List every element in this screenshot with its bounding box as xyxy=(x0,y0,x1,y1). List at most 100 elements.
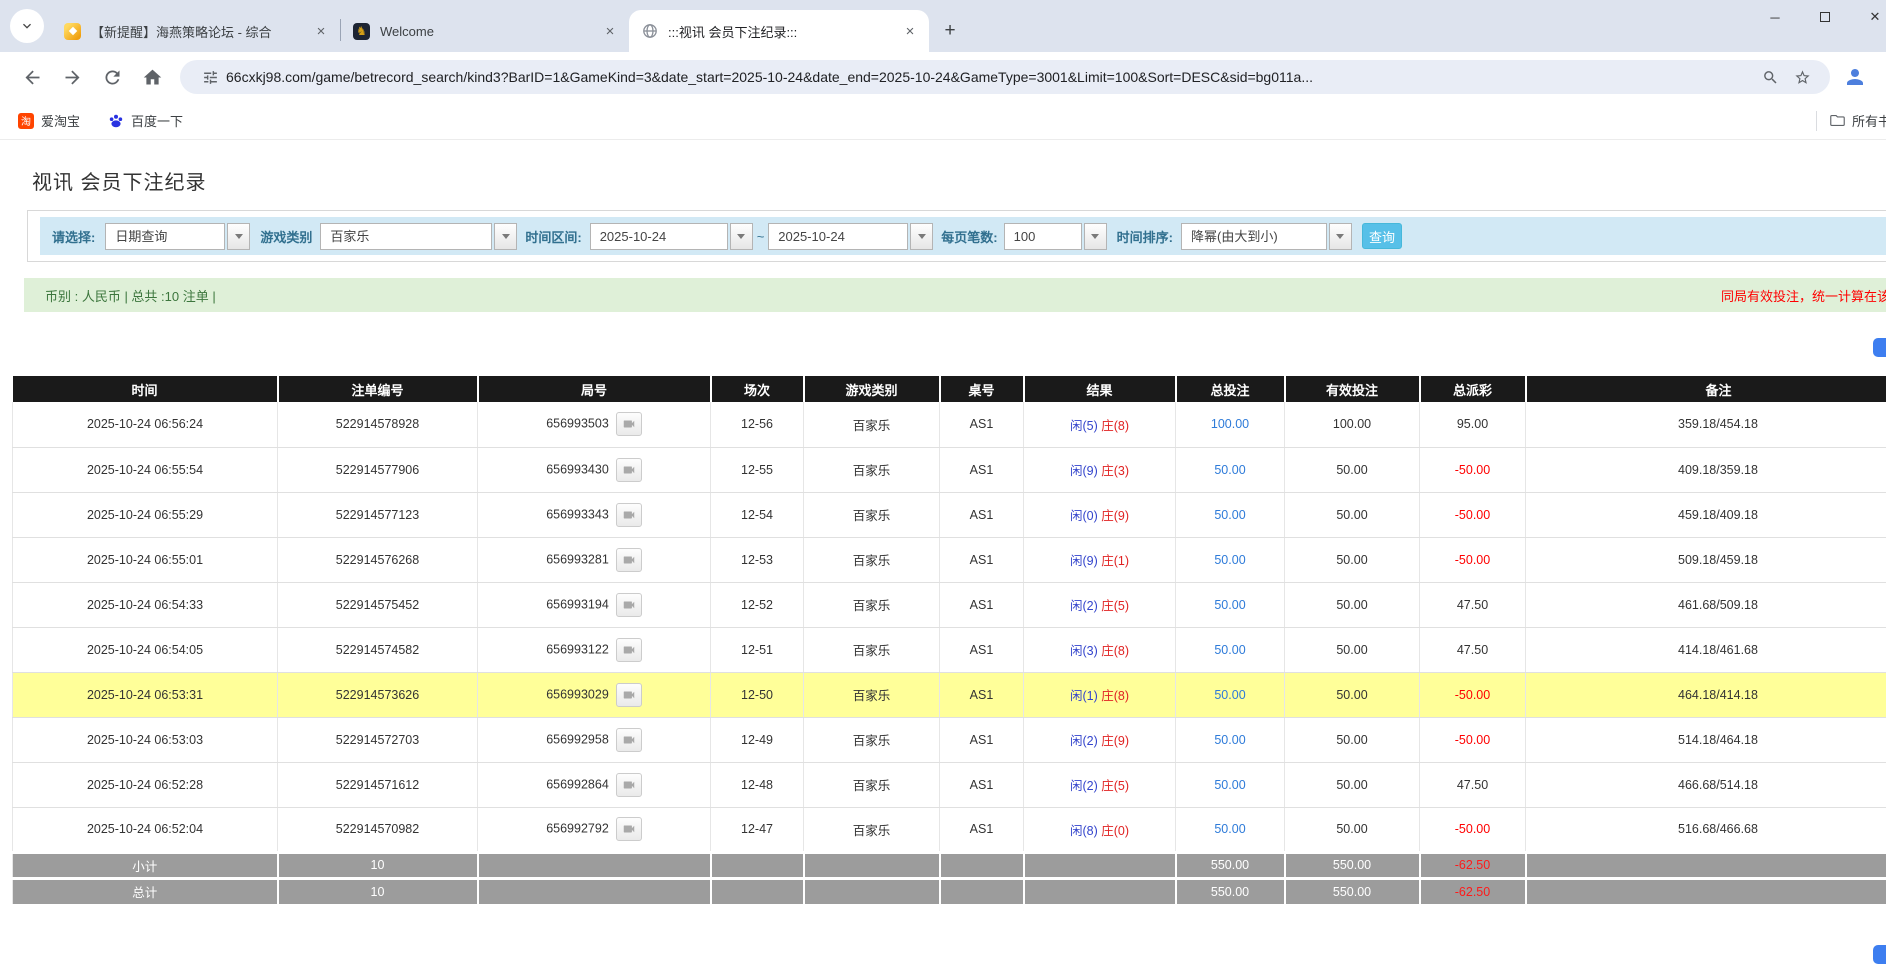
banker-result: 庄(5) xyxy=(1101,599,1129,613)
new-tab-button[interactable]: + xyxy=(937,18,963,44)
cell-table-no: AS1 xyxy=(940,492,1024,537)
cell-bet-id: 522914574582 xyxy=(278,627,478,672)
column-header: 备注 xyxy=(1526,376,1886,402)
cell-note: 461.68/509.18 xyxy=(1526,582,1886,627)
forward-button[interactable] xyxy=(57,62,87,92)
dropdown-arrow-icon[interactable] xyxy=(730,223,753,250)
side-floating-button-top[interactable] xyxy=(1873,338,1886,357)
date-end-select[interactable]: 2025-10-24 xyxy=(768,223,933,250)
total-bet-link[interactable]: 50.00 xyxy=(1214,508,1245,522)
chevron-down-icon xyxy=(19,18,35,34)
cell-round: 656993503 xyxy=(478,402,711,447)
total-bet-link[interactable]: 50.00 xyxy=(1214,733,1245,747)
cell-time: 2025-10-24 06:55:29 xyxy=(13,492,278,537)
dropdown-arrow-icon[interactable] xyxy=(494,223,517,250)
cell-time: 2025-10-24 06:54:33 xyxy=(13,582,278,627)
video-replay-button[interactable] xyxy=(616,728,642,752)
cell-time: 2025-10-24 06:52:28 xyxy=(13,762,278,807)
tab-close-icon[interactable]: × xyxy=(901,22,919,40)
video-camera-icon xyxy=(622,822,636,836)
cell-table-no: AS1 xyxy=(940,717,1024,762)
total-bet-link[interactable]: 100.00 xyxy=(1211,417,1249,431)
cell-total-bet: 50.00 xyxy=(1176,582,1285,627)
cell-bet-id: 522914573626 xyxy=(278,672,478,717)
person-icon xyxy=(1843,65,1867,89)
date-start-select[interactable]: 2025-10-24 xyxy=(590,223,753,250)
all-bookmarks-label: 所有书签 xyxy=(1852,111,1886,130)
video-replay-button[interactable] xyxy=(616,503,642,527)
sort-select[interactable]: 降幂(由大到小) xyxy=(1181,223,1352,250)
all-bookmarks[interactable]: 所有书签 xyxy=(1816,111,1886,131)
player-result: 闲(2) xyxy=(1070,734,1098,748)
total-bet-link[interactable]: 50.00 xyxy=(1214,598,1245,612)
video-replay-button[interactable] xyxy=(616,458,642,482)
video-replay-button[interactable] xyxy=(616,817,642,841)
video-replay-button[interactable] xyxy=(616,773,642,797)
site-settings-icon[interactable] xyxy=(199,66,221,88)
filter-container: 请选择: 日期查询 游戏类别 百家乐 时间区间: 2025-10-24 ~ 20… xyxy=(27,210,1886,262)
profile-avatar[interactable] xyxy=(1842,64,1868,90)
cell-time: 2025-10-24 06:52:04 xyxy=(13,807,278,852)
cell-total-bet: 50.00 xyxy=(1176,807,1285,852)
dropdown-arrow-icon[interactable] xyxy=(910,223,933,250)
cell-note: 359.18/454.18 xyxy=(1526,402,1886,447)
total-bet-link[interactable]: 50.00 xyxy=(1214,778,1245,792)
back-button[interactable] xyxy=(17,62,47,92)
window-controls: ─ ✕ xyxy=(1750,0,1886,34)
minimize-button[interactable]: ─ xyxy=(1750,0,1800,34)
total-bet-link[interactable]: 50.00 xyxy=(1214,553,1245,567)
video-camera-icon xyxy=(622,688,636,702)
dropdown-arrow-icon[interactable] xyxy=(1084,223,1107,250)
page-title: 视讯 会员下注纪录 xyxy=(32,166,1886,195)
tab-forum[interactable]: 【新提醒】海燕策略论坛 - 综合 × xyxy=(52,10,340,52)
total-bet-link[interactable]: 50.00 xyxy=(1214,822,1245,836)
query-type-select[interactable]: 日期查询 xyxy=(105,223,250,250)
cell-payout: -50.00 xyxy=(1420,717,1526,762)
total-bet-link[interactable]: 50.00 xyxy=(1214,688,1245,702)
video-replay-button[interactable] xyxy=(616,683,642,707)
column-header: 注单编号 xyxy=(278,376,478,402)
search-button[interactable]: 查询 xyxy=(1362,223,1402,249)
home-button[interactable] xyxy=(137,62,167,92)
dropdown-arrow-icon[interactable] xyxy=(1329,223,1352,250)
cell-game-type: 百家乐 xyxy=(804,537,940,582)
bet-records-page: 视讯 会员下注纪录 请选择: 日期查询 游戏类别 百家乐 时间区间: 2025-… xyxy=(0,166,1886,904)
cell-round: 656993430 xyxy=(478,447,711,492)
per-page-select[interactable]: 100 xyxy=(1004,223,1107,250)
cell-payout: -50.00 xyxy=(1420,807,1526,852)
banker-result: 庄(9) xyxy=(1101,734,1129,748)
total-bet-link[interactable]: 50.00 xyxy=(1214,463,1245,477)
tab-bet-records-active[interactable]: :::视讯 会员下注纪录::: × xyxy=(629,10,929,52)
bookmark-star-icon[interactable] xyxy=(1791,66,1813,88)
game-type-select[interactable]: 百家乐 xyxy=(320,223,517,250)
dropdown-arrow-icon[interactable] xyxy=(227,223,250,250)
bookmark-taobao[interactable]: 淘 爱淘宝 xyxy=(18,111,80,130)
reload-button[interactable] xyxy=(97,62,127,92)
video-replay-button[interactable] xyxy=(616,638,642,662)
bookmark-baidu[interactable]: 百度一下 xyxy=(108,111,183,130)
address-bar[interactable]: 66cxkj98.com/game/betrecord_search/kind3… xyxy=(180,60,1830,94)
tab-close-icon[interactable]: × xyxy=(601,22,619,40)
range-tilde: ~ xyxy=(757,229,765,244)
tab-search-button[interactable] xyxy=(10,9,44,43)
tab-welcome[interactable]: ♞ Welcome × xyxy=(341,10,629,52)
video-replay-button[interactable] xyxy=(616,593,642,617)
cell-game-type: 百家乐 xyxy=(804,402,940,447)
video-replay-button[interactable] xyxy=(616,412,642,436)
bookmarks-separator xyxy=(1816,111,1817,131)
cell-round: 656993194 xyxy=(478,582,711,627)
close-window-button[interactable]: ✕ xyxy=(1850,0,1886,34)
video-replay-button[interactable] xyxy=(616,548,642,572)
totals-cell xyxy=(478,852,711,878)
total-bet-link[interactable]: 50.00 xyxy=(1214,643,1245,657)
tab-close-icon[interactable]: × xyxy=(312,22,330,40)
url-text: 66cxkj98.com/game/betrecord_search/kind3… xyxy=(226,69,1754,85)
zoom-icon[interactable] xyxy=(1759,66,1781,88)
video-camera-icon xyxy=(622,733,636,747)
cell-payout: -50.00 xyxy=(1420,447,1526,492)
cell-game-type: 百家乐 xyxy=(804,447,940,492)
cell-table-no: AS1 xyxy=(940,672,1024,717)
side-floating-button-bottom[interactable] xyxy=(1873,945,1886,964)
banker-result: 庄(5) xyxy=(1101,779,1129,793)
maximize-button[interactable] xyxy=(1800,0,1850,34)
